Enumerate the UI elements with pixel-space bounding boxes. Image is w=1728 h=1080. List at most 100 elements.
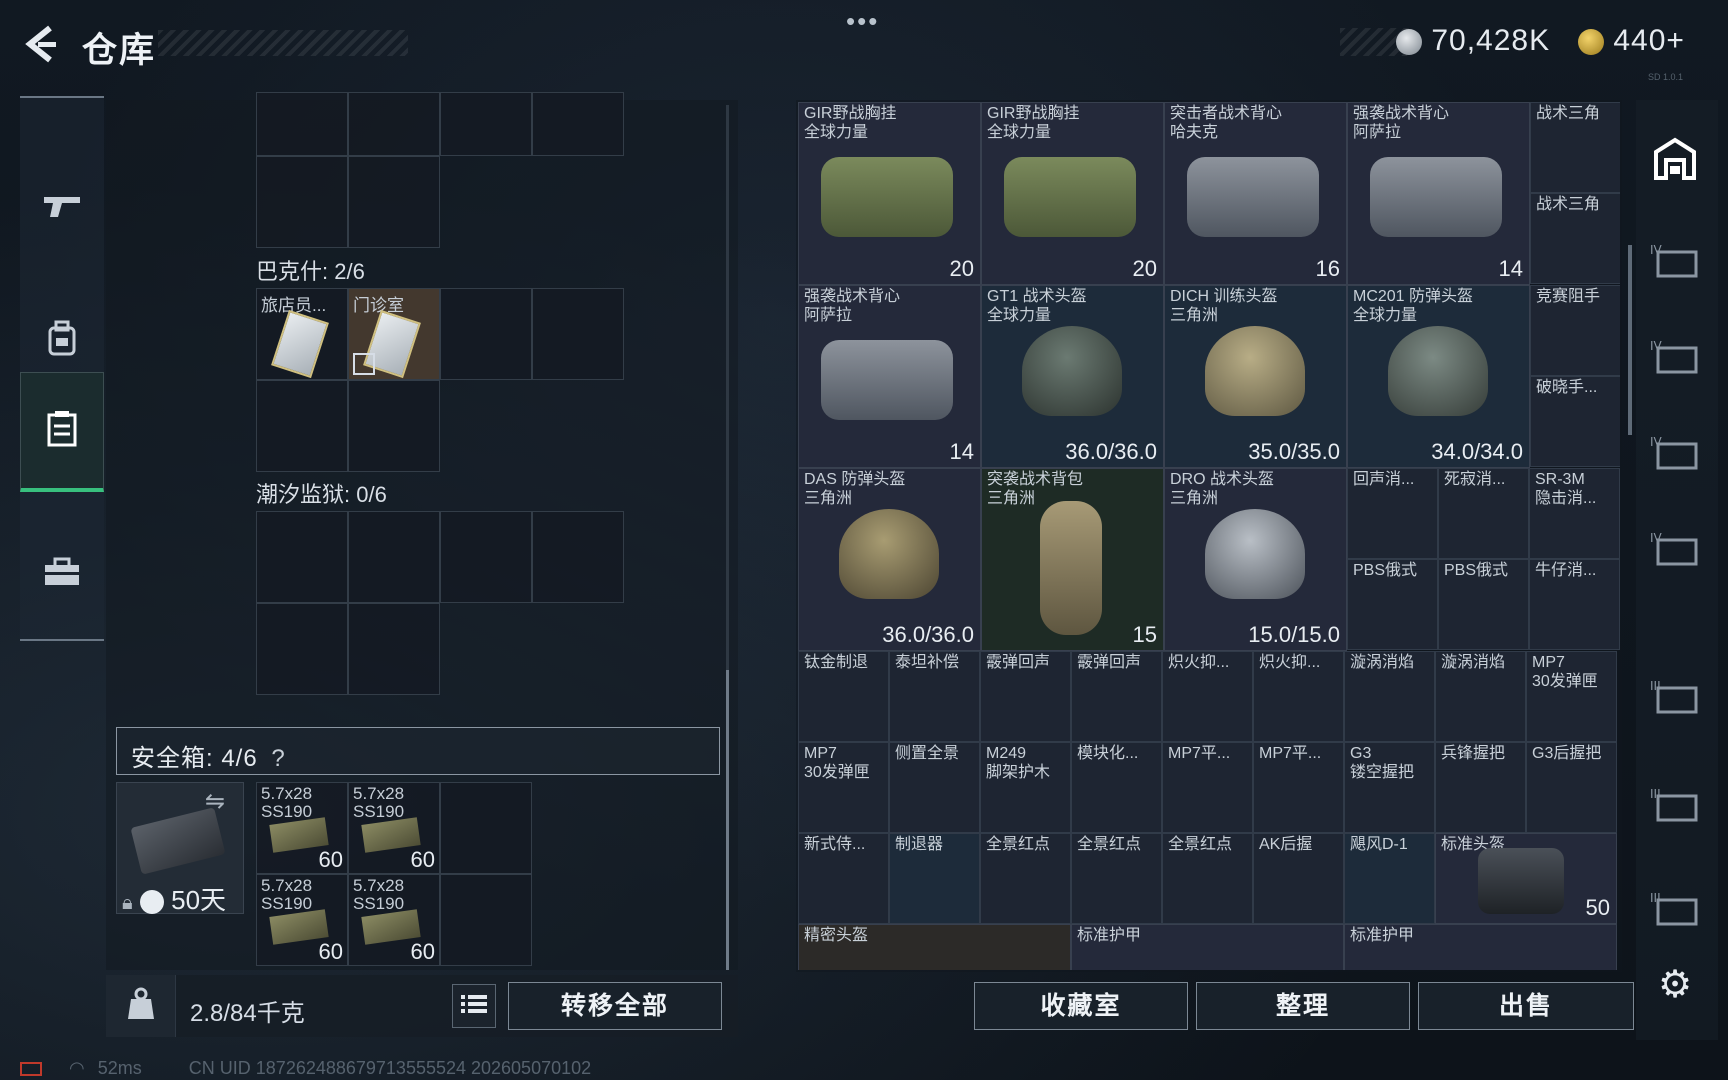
warehouse-item[interactable]: G3后握把 — [1526, 742, 1617, 833]
sidebar-case-iv[interactable]: IV — [1650, 338, 1704, 382]
storage-slot[interactable] — [256, 92, 348, 156]
warehouse-item[interactable]: MP7 30发弹匣 — [1526, 651, 1617, 742]
warehouse-item[interactable]: MC201 防弹头盔 全球力量 34.0/34.0 — [1347, 285, 1530, 468]
sort-button[interactable]: 整理 — [1196, 982, 1410, 1030]
transfer-all-button[interactable]: 转移全部 — [508, 982, 722, 1030]
warehouse-item[interactable]: 兵锋握把 — [1435, 742, 1526, 833]
sidebar-case-iv[interactable]: IV — [1650, 530, 1704, 574]
warehouse-item[interactable]: DAS 防弹头盔 三角洲 36.0/36.0 — [798, 468, 981, 651]
ammo-item[interactable]: 5.7x28 SS190 60 — [348, 782, 440, 874]
warehouse-item[interactable]: 模块化... — [1071, 742, 1162, 833]
ammo-item[interactable]: 5.7x28 SS190 60 — [348, 874, 440, 966]
sell-button[interactable]: 出售 — [1418, 982, 1634, 1030]
sidebar-warehouse-button[interactable] — [1650, 136, 1704, 180]
warehouse-item[interactable]: DRO 战术头盔 三角洲 15.0/15.0 — [1164, 468, 1347, 651]
sidebar-case-iii[interactable]: III — [1650, 890, 1704, 934]
warehouse-item[interactable]: 突袭战术背包 三角洲 15 — [981, 468, 1164, 651]
safebox-slot[interactable] — [440, 782, 532, 874]
storage-slot[interactable] — [256, 603, 348, 695]
storage-slot[interactable] — [256, 380, 348, 472]
storage-item[interactable]: 门诊室 — [348, 288, 440, 380]
warehouse-item[interactable]: 泰坦补偿 — [889, 651, 980, 742]
warehouse-item[interactable]: PBS俄式 — [1438, 559, 1529, 650]
warehouse-item[interactable]: 标准护甲 — [1344, 924, 1617, 970]
swap-icon[interactable]: ⇋ — [205, 787, 225, 816]
warehouse-item[interactable]: 标准头盔 50 — [1435, 833, 1617, 924]
warehouse-item[interactable]: PBS俄式 — [1347, 559, 1438, 650]
currency-coupon[interactable]: 440+ — [1578, 24, 1685, 58]
warehouse-item[interactable]: GIR野战胸挂 全球力量 20 — [798, 102, 981, 285]
more-menu-icon[interactable]: ••• — [846, 6, 879, 37]
warehouse-item[interactable]: 炽火抑... — [1253, 651, 1344, 742]
storage-slot[interactable] — [440, 511, 532, 603]
warehouse-item[interactable]: 新式侍... — [798, 833, 889, 924]
warehouse-item[interactable]: 全景红点 — [1071, 833, 1162, 924]
warehouse-item[interactable]: 精密头盔 — [798, 924, 1071, 970]
nav-toolbox[interactable] — [20, 514, 104, 634]
warehouse-item[interactable]: GIR野战胸挂 全球力量 20 — [981, 102, 1164, 285]
warehouse-item[interactable]: 侧置全景 — [889, 742, 980, 833]
warehouse-item[interactable]: 飓风D-1 — [1344, 833, 1435, 924]
warehouse-item[interactable]: GT1 战术头盔 全球力量 36.0/36.0 — [981, 285, 1164, 468]
warehouse-item[interactable]: 牛仔消... — [1529, 559, 1620, 650]
ammo-item[interactable]: 5.7x28 SS190 60 — [256, 782, 348, 874]
warehouse-item[interactable]: 竞赛阻手 — [1530, 285, 1620, 376]
warehouse-item[interactable]: MP7平... — [1253, 742, 1344, 833]
warehouse-item[interactable]: 战术三角 — [1530, 102, 1620, 193]
warehouse-item[interactable]: 标准护甲 — [1071, 924, 1344, 970]
warehouse-item[interactable]: 回声消... — [1347, 468, 1438, 559]
warehouse-item[interactable]: 钛金制退 — [798, 651, 889, 742]
warehouse-item[interactable]: 强袭战术背心 阿萨拉 14 — [1347, 102, 1530, 285]
safebox-slot[interactable] — [440, 874, 532, 966]
storage-slot[interactable] — [440, 288, 532, 380]
nav-weapons[interactable] — [20, 148, 104, 268]
weight-lock-button[interactable] — [106, 975, 176, 1037]
warehouse-item[interactable]: 破晓手... — [1530, 376, 1620, 467]
settings-button[interactable]: ⚙ — [1658, 962, 1712, 1006]
storage-scrollbar-thumb[interactable] — [726, 670, 729, 970]
storage-slot[interactable] — [348, 380, 440, 472]
storage-slot[interactable] — [256, 511, 348, 603]
storage-slot[interactable] — [440, 92, 532, 156]
ammo-item[interactable]: 5.7x28 SS190 60 — [256, 874, 348, 966]
warehouse-item[interactable]: DICH 训练头盔 三角洲 35.0/35.0 — [1164, 285, 1347, 468]
storage-slot[interactable] — [348, 511, 440, 603]
list-view-button[interactable] — [452, 984, 496, 1028]
warehouse-item[interactable]: 强袭战术背心 阿萨拉 14 — [798, 285, 981, 468]
currency-hafcoin[interactable]: 70,428K — [1396, 24, 1550, 58]
warehouse-item[interactable]: 制退器 — [889, 833, 980, 924]
warehouse-item[interactable]: 全景红点 — [1162, 833, 1253, 924]
warehouse-item[interactable]: 死寂消... — [1438, 468, 1529, 559]
sidebar-case-iii[interactable]: III — [1650, 786, 1704, 830]
sidebar-case-iv[interactable]: IV — [1650, 434, 1704, 478]
warehouse-item[interactable]: SR-3M 隐击消... — [1529, 468, 1620, 559]
sidebar-case-iv[interactable]: IV — [1650, 242, 1704, 286]
back-button[interactable] — [20, 22, 60, 66]
storage-slot[interactable] — [532, 511, 624, 603]
warehouse-item[interactable]: M249 脚架护木 — [980, 742, 1071, 833]
storage-slot[interactable] — [532, 288, 624, 380]
storage-slot[interactable] — [348, 603, 440, 695]
warehouse-item[interactable]: 霰弹回声 — [980, 651, 1071, 742]
sidebar-case-iii[interactable]: III — [1650, 678, 1704, 722]
storage-slot[interactable] — [256, 156, 348, 248]
warehouse-item[interactable]: 突击者战术背心 哈夫克 16 — [1164, 102, 1347, 285]
storage-slot[interactable] — [532, 92, 624, 156]
storage-item[interactable]: 旅店员... — [256, 288, 348, 380]
storage-slot[interactable] — [348, 92, 440, 156]
warehouse-item[interactable]: 炽火抑... — [1162, 651, 1253, 742]
storage-slot[interactable] — [348, 156, 440, 248]
warehouse-item[interactable]: 漩涡消焰 — [1344, 651, 1435, 742]
help-icon[interactable]: ? — [271, 745, 285, 773]
warehouse-item[interactable]: 霰弹回声 — [1071, 651, 1162, 742]
warehouse-item[interactable]: AK后握 — [1253, 833, 1344, 924]
nav-warehouse[interactable] — [20, 372, 104, 492]
warehouse-item[interactable]: 全景红点 — [980, 833, 1071, 924]
warehouse-item[interactable]: MP7平... — [1162, 742, 1253, 833]
warehouse-item[interactable]: G3 镂空握把 — [1344, 742, 1435, 833]
warehouse-item[interactable]: 战术三角 — [1530, 193, 1620, 284]
collection-room-button[interactable]: 收藏室 — [974, 982, 1188, 1030]
warehouse-item[interactable]: MP7 30发弹匣 — [798, 742, 889, 833]
warehouse-item[interactable]: 漩涡消焰 — [1435, 651, 1526, 742]
warehouse-scrollbar[interactable] — [1628, 245, 1632, 435]
